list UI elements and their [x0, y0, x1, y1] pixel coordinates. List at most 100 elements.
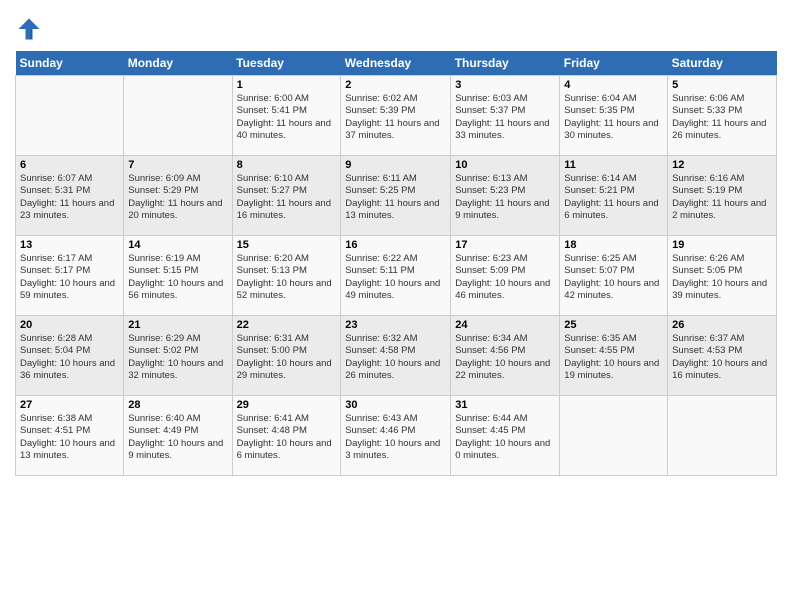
- calendar-cell: 2 Sunrise: 6:02 AM Sunset: 5:39 PM Daylig…: [341, 76, 451, 156]
- day-info: Sunrise: 6:40 AM Sunset: 4:49 PM Dayligh…: [128, 413, 227, 462]
- calendar-cell: 11Sunrise: 6:14 AM Sunset: 5:21 PM Dayli…: [560, 156, 668, 236]
- day-info: Sunrise: 6:28 AM Sunset: 5:04 PM Dayligh…: [20, 333, 119, 382]
- calendar-cell: 13Sunrise: 6:17 AM Sunset: 5:17 PM Dayli…: [16, 236, 124, 316]
- day-info: Sunrise: 6:44 AM Sunset: 4:45 PM Dayligh…: [455, 413, 555, 462]
- calendar-cell: 19 Sunrise: 6:26 AM Sunset: 5:05 PM Dayli…: [668, 236, 777, 316]
- calendar-cell: 1 Sunrise: 6:00 AM Sunset: 5:41 PM Daylig…: [232, 76, 341, 156]
- day-info: Sunrise: 6:06 AM Sunset: 5:33 PM Dayligh…: [672, 93, 772, 142]
- day-number: 20: [20, 319, 119, 331]
- calendar-cell: 6 Sunrise: 6:07 AM Sunset: 5:31 PM Daylig…: [16, 156, 124, 236]
- calendar-week-2: 6 Sunrise: 6:07 AM Sunset: 5:31 PM Daylig…: [16, 156, 777, 236]
- day-number: 14: [128, 239, 227, 251]
- calendar-cell: 10Sunrise: 6:13 AM Sunset: 5:23 PM Dayli…: [451, 156, 560, 236]
- calendar-cell: 14 Sunrise: 6:19 AM Sunset: 5:15 PM Dayli…: [124, 236, 232, 316]
- day-number: 29: [237, 399, 337, 411]
- calendar-cell: 5 Sunrise: 6:06 AM Sunset: 5:33 PM Daylig…: [668, 76, 777, 156]
- day-info: Sunrise: 6:37 AM Sunset: 4:53 PM Dayligh…: [672, 333, 772, 382]
- day-info: Sunrise: 6:03 AM Sunset: 5:37 PM Dayligh…: [455, 93, 555, 142]
- day-number: 23: [345, 319, 446, 331]
- day-info: Sunrise: 6:09 AM Sunset: 5:29 PM Dayligh…: [128, 173, 227, 222]
- calendar-cell: 15 Sunrise: 6:20 AM Sunset: 5:13 PM Dayli…: [232, 236, 341, 316]
- calendar-cell: 30Sunrise: 6:43 AM Sunset: 4:46 PM Dayli…: [341, 396, 451, 476]
- day-info: Sunrise: 6:11 AM Sunset: 5:25 PM Dayligh…: [345, 173, 446, 222]
- day-info: Sunrise: 6:10 AM Sunset: 5:27 PM Dayligh…: [237, 173, 337, 222]
- day-number: 24: [455, 319, 555, 331]
- page-container: SundayMondayTuesdayWednesdayThursdayFrid…: [0, 0, 792, 481]
- day-info: Sunrise: 6:00 AM Sunset: 5:41 PM Dayligh…: [237, 93, 337, 142]
- calendar-cell: [16, 76, 124, 156]
- day-number: 3: [455, 79, 555, 91]
- logo-icon: [15, 15, 43, 43]
- calendar-cell: 17 Sunrise: 6:23 AM Sunset: 5:09 PM Dayli…: [451, 236, 560, 316]
- calendar-cell: [668, 396, 777, 476]
- day-info: Sunrise: 6:26 AM Sunset: 5:05 PM Dayligh…: [672, 253, 772, 302]
- day-info: Sunrise: 6:04 AM Sunset: 5:35 PM Dayligh…: [564, 93, 663, 142]
- day-number: 5: [672, 79, 772, 91]
- day-info: Sunrise: 6:34 AM Sunset: 4:56 PM Dayligh…: [455, 333, 555, 382]
- calendar-cell: 31 Sunrise: 6:44 AM Sunset: 4:45 PM Dayli…: [451, 396, 560, 476]
- day-number: 9: [345, 159, 446, 171]
- day-number: 17: [455, 239, 555, 251]
- calendar-cell: 27 Sunrise: 6:38 AM Sunset: 4:51 PM Dayli…: [16, 396, 124, 476]
- day-number: 1: [237, 79, 337, 91]
- day-info: Sunrise: 6:31 AM Sunset: 5:00 PM Dayligh…: [237, 333, 337, 382]
- calendar-cell: [560, 396, 668, 476]
- day-info: Sunrise: 6:20 AM Sunset: 5:13 PM Dayligh…: [237, 253, 337, 302]
- day-info: Sunrise: 6:22 AM Sunset: 5:11 PM Dayligh…: [345, 253, 446, 302]
- calendar-cell: 7 Sunrise: 6:09 AM Sunset: 5:29 PM Daylig…: [124, 156, 232, 236]
- calendar-cell: 28 Sunrise: 6:40 AM Sunset: 4:49 PM Dayli…: [124, 396, 232, 476]
- day-number: 15: [237, 239, 337, 251]
- calendar-cell: 21 Sunrise: 6:29 AM Sunset: 5:02 PM Dayli…: [124, 316, 232, 396]
- day-info: Sunrise: 6:14 AM Sunset: 5:21 PM Dayligh…: [564, 173, 663, 222]
- calendar-week-1: 1 Sunrise: 6:00 AM Sunset: 5:41 PM Daylig…: [16, 76, 777, 156]
- day-info: Sunrise: 6:38 AM Sunset: 4:51 PM Dayligh…: [20, 413, 119, 462]
- day-number: 4: [564, 79, 663, 91]
- day-info: Sunrise: 6:13 AM Sunset: 5:23 PM Dayligh…: [455, 173, 555, 222]
- day-number: 2: [345, 79, 446, 91]
- calendar-cell: 16 Sunrise: 6:22 AM Sunset: 5:11 PM Dayli…: [341, 236, 451, 316]
- day-header-tuesday: Tuesday: [232, 51, 341, 76]
- calendar-cell: 26 Sunrise: 6:37 AM Sunset: 4:53 PM Dayli…: [668, 316, 777, 396]
- day-number: 22: [237, 319, 337, 331]
- calendar-cell: 3 Sunrise: 6:03 AM Sunset: 5:37 PM Daylig…: [451, 76, 560, 156]
- day-number: 31: [455, 399, 555, 411]
- day-info: Sunrise: 6:35 AM Sunset: 4:55 PM Dayligh…: [564, 333, 663, 382]
- calendar-week-4: 20 Sunrise: 6:28 AM Sunset: 5:04 PM Dayli…: [16, 316, 777, 396]
- day-number: 21: [128, 319, 227, 331]
- calendar-cell: 18 Sunrise: 6:25 AM Sunset: 5:07 PM Dayli…: [560, 236, 668, 316]
- day-number: 7: [128, 159, 227, 171]
- calendar-cell: 23 Sunrise: 6:32 AM Sunset: 4:58 PM Dayli…: [341, 316, 451, 396]
- calendar-cell: 25Sunrise: 6:35 AM Sunset: 4:55 PM Dayli…: [560, 316, 668, 396]
- day-number: 27: [20, 399, 119, 411]
- calendar-table: SundayMondayTuesdayWednesdayThursdayFrid…: [15, 51, 777, 476]
- day-info: Sunrise: 6:29 AM Sunset: 5:02 PM Dayligh…: [128, 333, 227, 382]
- day-info: Sunrise: 6:16 AM Sunset: 5:19 PM Dayligh…: [672, 173, 772, 222]
- day-info: Sunrise: 6:19 AM Sunset: 5:15 PM Dayligh…: [128, 253, 227, 302]
- day-info: Sunrise: 6:25 AM Sunset: 5:07 PM Dayligh…: [564, 253, 663, 302]
- day-info: Sunrise: 6:32 AM Sunset: 4:58 PM Dayligh…: [345, 333, 446, 382]
- day-number: 30: [345, 399, 446, 411]
- day-number: 26: [672, 319, 772, 331]
- day-header-saturday: Saturday: [668, 51, 777, 76]
- calendar-cell: 24 Sunrise: 6:34 AM Sunset: 4:56 PM Dayli…: [451, 316, 560, 396]
- day-number: 8: [237, 159, 337, 171]
- day-info: Sunrise: 6:17 AM Sunset: 5:17 PM Dayligh…: [20, 253, 119, 302]
- day-header-friday: Friday: [560, 51, 668, 76]
- day-number: 19: [672, 239, 772, 251]
- day-header-thursday: Thursday: [451, 51, 560, 76]
- day-info: Sunrise: 6:02 AM Sunset: 5:39 PM Dayligh…: [345, 93, 446, 142]
- day-number: 16: [345, 239, 446, 251]
- calendar-cell: 20 Sunrise: 6:28 AM Sunset: 5:04 PM Dayli…: [16, 316, 124, 396]
- day-number: 6: [20, 159, 119, 171]
- calendar-week-5: 27 Sunrise: 6:38 AM Sunset: 4:51 PM Dayli…: [16, 396, 777, 476]
- day-number: 18: [564, 239, 663, 251]
- day-header-sunday: Sunday: [16, 51, 124, 76]
- day-header-monday: Monday: [124, 51, 232, 76]
- day-info: Sunrise: 6:07 AM Sunset: 5:31 PM Dayligh…: [20, 173, 119, 222]
- day-info: Sunrise: 6:23 AM Sunset: 5:09 PM Dayligh…: [455, 253, 555, 302]
- header-area: [15, 10, 777, 43]
- header-row: SundayMondayTuesdayWednesdayThursdayFrid…: [16, 51, 777, 76]
- calendar-cell: 12 Sunrise: 6:16 AM Sunset: 5:19 PM Dayli…: [668, 156, 777, 236]
- day-number: 28: [128, 399, 227, 411]
- day-number: 12: [672, 159, 772, 171]
